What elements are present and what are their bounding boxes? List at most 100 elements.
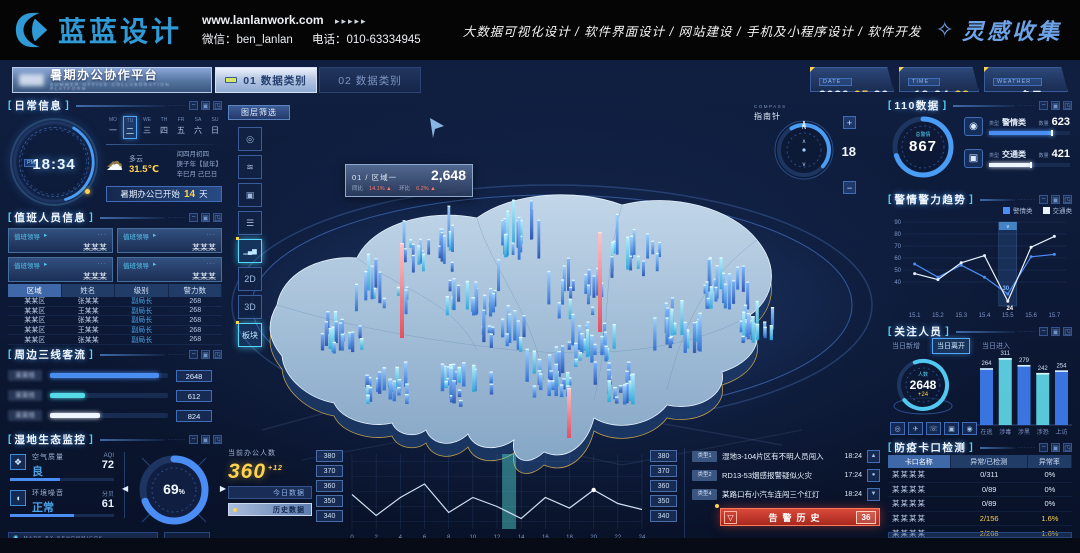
layer-btn-camera[interactable]: ▣ [238, 183, 262, 207]
data110-row[interactable]: ▣类型交通类数量421 [964, 148, 1070, 180]
minimize-icon[interactable]: − [1039, 195, 1048, 204]
layer-btn-mode-2d[interactable]: 2D [238, 267, 262, 291]
panel-header: [防疫卡口检测] ······ −▣◳ [888, 440, 1072, 455]
table-row[interactable]: 某某某某0/3110% [888, 468, 1072, 483]
website-link[interactable]: www.lanlanwork.com [202, 13, 324, 27]
compass-ring[interactable]: N ∧ ∨ [772, 118, 836, 182]
eye-icon[interactable]: ◉ [962, 422, 977, 435]
expand-icon[interactable]: ◳ [213, 350, 222, 359]
more-icon[interactable]: ··· [207, 231, 217, 241]
checkpoint-col-header[interactable]: 卡口名称 [888, 455, 951, 468]
expand-icon[interactable]: ◳ [1063, 101, 1072, 110]
more-icon[interactable]: ··· [207, 260, 217, 270]
checkpoint-col-header[interactable]: 异常/已检测 [951, 455, 1028, 468]
duty-col-header[interactable]: 姓名 [62, 284, 116, 297]
scroll-down-icon[interactable]: ▼ [867, 488, 880, 501]
today-data-button[interactable]: 今日数据 [228, 486, 312, 499]
svg-text:70: 70 [894, 244, 901, 250]
minimize-icon[interactable]: − [189, 213, 198, 222]
expand-icon[interactable]: ◳ [1063, 443, 1072, 452]
svg-text:50: 50 [894, 268, 901, 274]
alert-history-button[interactable]: ▽ 告警历史 36 [720, 508, 880, 526]
duty-col-header[interactable]: 级别 [115, 284, 169, 297]
week-day[interactable]: TU二 [123, 116, 137, 139]
more-icon[interactable]: ··· [98, 260, 108, 270]
week-day[interactable]: TH四 [157, 116, 171, 139]
expand-icon[interactable]: ◳ [213, 213, 222, 222]
gauge-left-arrow[interactable]: ◀ [122, 484, 128, 493]
focus-tab[interactable]: 当日新增 [888, 339, 924, 353]
map-tooltip[interactable]: 01 / 区域一 2,648 同比14.1% ▲ 环比6.2% ▲ [345, 164, 473, 197]
alert-row[interactable]: 类型4某路口有小汽车连闯三个红灯18:24▼ [692, 486, 880, 502]
history-data-button[interactable]: 历史数据 [228, 503, 312, 516]
duty-leader-card[interactable]: 值班领导▸···某某某 [8, 228, 113, 253]
tab-data-category-1[interactable]: 01 数据类别 [215, 67, 317, 93]
window-icon[interactable]: ▣ [201, 435, 210, 444]
duty-leader-card[interactable]: 值班领导▸···某某某 [8, 257, 113, 282]
minimize-icon[interactable]: − [189, 101, 198, 110]
id-icon[interactable]: ▣ [944, 422, 959, 435]
week-day[interactable]: MO一 [106, 116, 120, 139]
window-icon[interactable]: ▣ [1051, 101, 1060, 110]
minimize-icon[interactable]: − [1039, 327, 1048, 336]
checkpoint-col-header[interactable]: 异常率 [1028, 455, 1072, 468]
lanlan-logo[interactable]: 蓝蓝设计 [14, 10, 182, 50]
week-day[interactable]: WE三 [140, 116, 154, 139]
expand-icon[interactable]: ◳ [213, 101, 222, 110]
table-row[interactable]: 某某某某0/890% [888, 497, 1072, 512]
week-day[interactable]: FR五 [174, 116, 188, 139]
duty-col-header[interactable]: 警力数 [169, 284, 223, 297]
expand-icon[interactable]: ◳ [1063, 195, 1072, 204]
minimize-icon[interactable]: − [1039, 443, 1048, 452]
minimize-icon[interactable]: − [189, 435, 198, 444]
window-icon[interactable]: ▣ [201, 213, 210, 222]
duty-leader-card[interactable]: 值班领导▸···某某某 [117, 257, 222, 282]
vehicle-icon[interactable]: ✈ [908, 422, 923, 435]
layer-btn-list[interactable]: ☰ [238, 211, 262, 235]
cloud-sun-icon: ☁ [106, 155, 123, 175]
window-icon[interactable]: ▣ [1051, 195, 1060, 204]
zoom-in-button[interactable]: + [843, 116, 856, 129]
expand-icon[interactable]: ◳ [1063, 327, 1072, 336]
week-day[interactable]: SU日 [208, 116, 222, 139]
alert-row[interactable]: 类型1湿地3-104片区有不明人员闯入18:24▲ [692, 448, 880, 464]
phone-icon[interactable]: ☏ [926, 422, 941, 435]
minimize-icon[interactable]: − [1039, 101, 1048, 110]
inspiration-collect-link[interactable]: ✧ 灵感收集 [936, 14, 1062, 46]
focus-tab[interactable]: 当日离开 [932, 338, 970, 354]
person-icon[interactable]: ◎ [890, 422, 905, 435]
count-value: 421 [1052, 148, 1070, 160]
duty-col-header[interactable]: 区域 [8, 284, 62, 297]
tab-data-category-2[interactable]: 02 数据类别 [319, 67, 421, 93]
scroll-up-icon[interactable]: ▲ [867, 450, 880, 463]
data110-row[interactable]: ◉类型警情类数量623 [964, 116, 1070, 148]
alert-row[interactable]: 类型2RD13-53烟感报警疑似火灾17:24● [692, 467, 880, 483]
zoom-out-button[interactable]: − [843, 181, 856, 194]
layer-btn-blocks[interactable]: 板块 [238, 323, 262, 347]
count-label: 数量 [1039, 120, 1049, 127]
week-day[interactable]: SA六 [191, 116, 205, 139]
layer-btn-location[interactable]: ◎ [238, 127, 262, 151]
weather-row: ☁ 多云 31.5℃ 闰四月初四庚子年【鼠年】辛巳月 己巳日 [106, 150, 222, 179]
table-row[interactable]: 某某某某0/890% [888, 483, 1072, 498]
minimize-icon[interactable]: − [189, 350, 198, 359]
chevron-right-icon: ▸ [153, 231, 156, 241]
panel-duty-info: [值班人员信息] ······ −▣◳ 值班领导▸···某某某值班领导▸···某… [8, 210, 222, 345]
more-icon[interactable]: ··· [98, 231, 108, 241]
window-icon[interactable]: ▣ [201, 101, 210, 110]
table-cell: 268 [169, 298, 223, 305]
window-icon[interactable]: ▣ [1051, 443, 1060, 452]
window-icon[interactable]: ▣ [201, 350, 210, 359]
expand-icon[interactable]: ◳ [213, 435, 222, 444]
layer-btn-radar[interactable]: ≋ [238, 155, 262, 179]
layer-btn-mode-3d[interactable]: 3D [238, 295, 262, 319]
office-trend-chart: 024681012141618202224 [348, 450, 646, 542]
layer-btn-bar-chart[interactable]: ▁▄▆ [238, 239, 262, 263]
table-row[interactable]: 某某某某2/1561.6% [888, 512, 1072, 527]
pause-icon[interactable]: ● [867, 469, 880, 482]
window-icon[interactable]: ▣ [1051, 327, 1060, 336]
gauge-right-arrow[interactable]: ▶ [220, 484, 226, 493]
duty-leader-card[interactable]: 值班领导▸···某某某 [117, 228, 222, 253]
progress-knob [1030, 162, 1032, 168]
table-row[interactable]: 某某区张某某副局长268 [8, 335, 222, 345]
